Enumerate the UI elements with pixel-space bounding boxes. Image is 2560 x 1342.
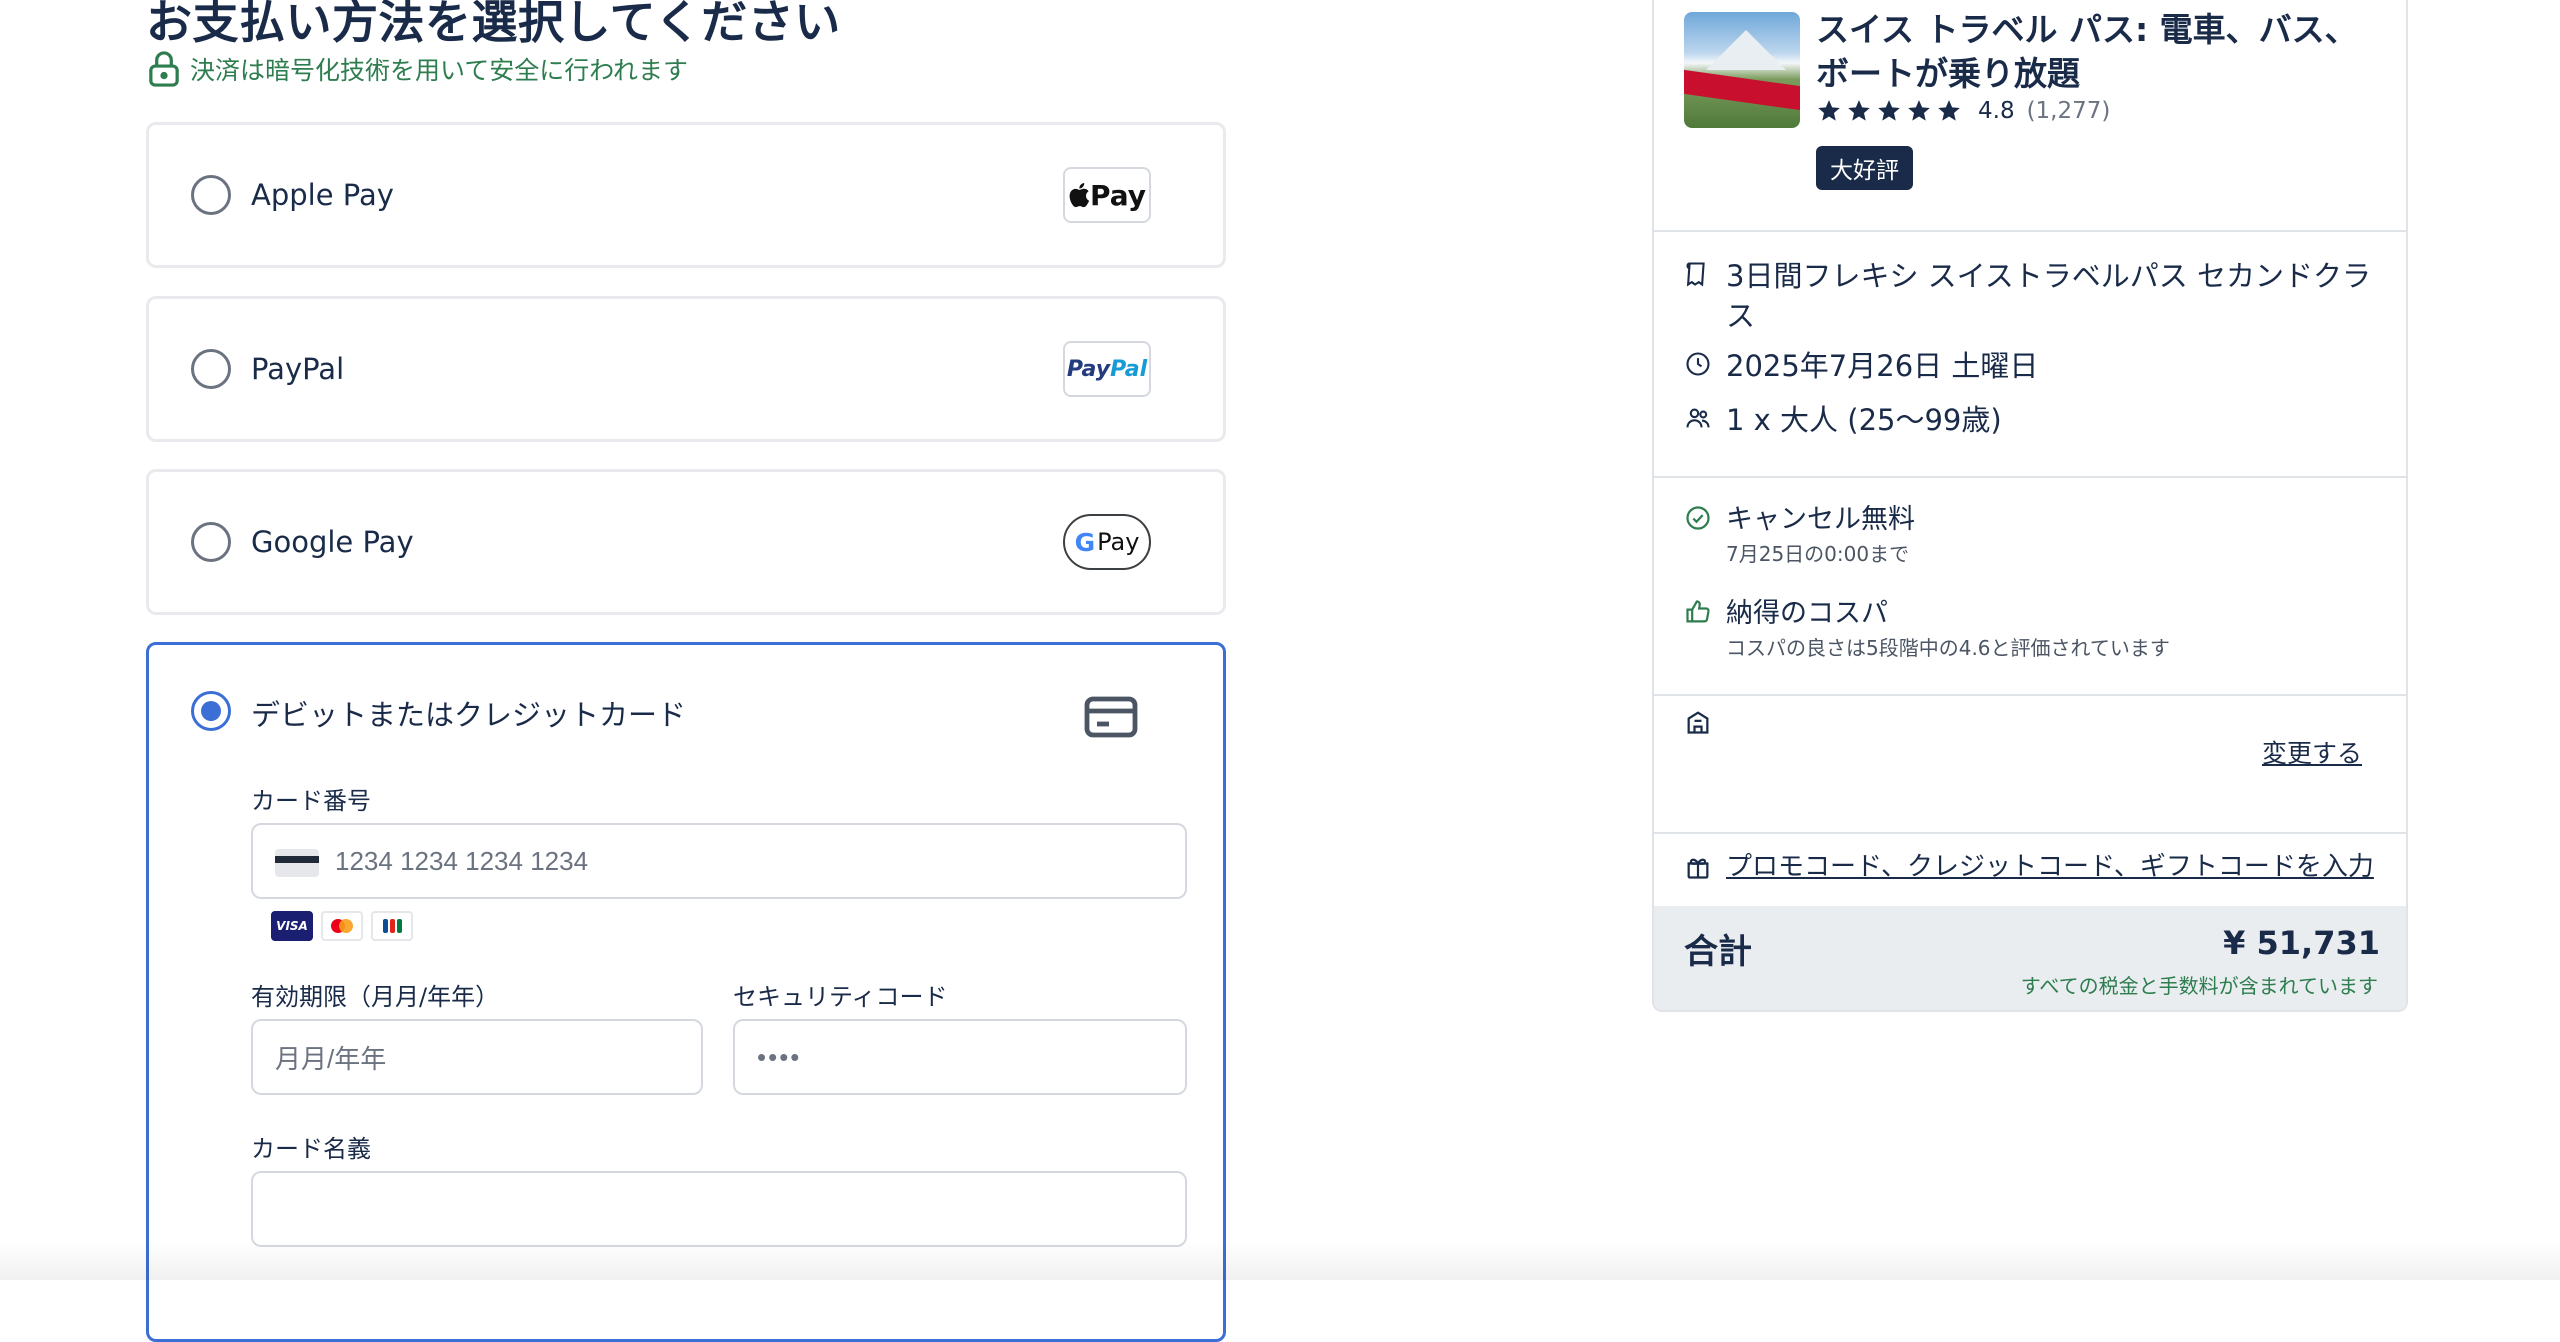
google-pay-badge-text: Pay bbox=[1097, 528, 1140, 556]
option-row: 3日間フレキシ スイストラベルパス セカンドクラス bbox=[1684, 256, 2384, 336]
value-row: 納得のコスパ コスパの良さは5段階中の4.6と評価されています bbox=[1684, 594, 2170, 662]
cancellation-sub: 7月25日の0:00まで bbox=[1726, 542, 1910, 566]
apple-logo-icon bbox=[1069, 183, 1090, 208]
secure-note-text: 決済は暗号化技術を用いて安全に行われます bbox=[190, 56, 689, 85]
paypal-badge-part2: Pal bbox=[1110, 356, 1148, 382]
rating-value: 4.8 bbox=[1978, 98, 2015, 124]
google-pay-radio[interactable] bbox=[191, 522, 231, 562]
paypal-badge-part1: Pay bbox=[1066, 356, 1111, 382]
jcb-icon bbox=[371, 911, 413, 941]
total-note: すべての税金と手数料が含まれています bbox=[2020, 974, 2378, 998]
expiry-placeholder: 月月/年年 bbox=[275, 1043, 387, 1074]
cvc-placeholder: •••• bbox=[757, 1041, 802, 1072]
payment-option-apple-pay[interactable]: Apple Pay Pay bbox=[146, 122, 1226, 268]
ticket-icon bbox=[1686, 262, 1705, 287]
cardholder-name-label: カード名義 bbox=[251, 1135, 371, 1163]
apple-pay-badge-text: Pay bbox=[1089, 178, 1147, 212]
divider bbox=[1654, 476, 2406, 478]
paypal-radio[interactable] bbox=[191, 349, 231, 389]
total-box: 合計 ¥ 51,731 すべての税金と手数料が含まれています bbox=[1654, 906, 2406, 1010]
card-number-label: カード番号 bbox=[251, 787, 371, 815]
cardholder-name-input[interactable] bbox=[251, 1171, 1187, 1247]
option-text: 3日間フレキシ スイストラベルパス セカンドクラス bbox=[1726, 259, 2372, 333]
card-radio[interactable] bbox=[191, 691, 231, 731]
order-summary: スイス トラベル パス: 電車、バス、ボートが乗り放題 4.8 (1,277) … bbox=[1652, 0, 2408, 1012]
cancellation-row: キャンセル無料 7月25日の0:00まで bbox=[1684, 500, 1915, 568]
clock-icon bbox=[1686, 352, 1710, 376]
payment-option-card[interactable]: デビットまたはクレジットカード カード番号 1234 1234 1234 123… bbox=[146, 642, 1226, 1342]
apple-pay-label: Apple Pay bbox=[251, 178, 394, 212]
building-icon bbox=[1687, 711, 1709, 734]
card-number-input[interactable]: 1234 1234 1234 1234 bbox=[251, 823, 1187, 899]
card-option-label: デビットまたはクレジットカード bbox=[251, 698, 687, 732]
thumbs-up-icon bbox=[1686, 600, 1710, 623]
promo-row[interactable]: プロモコード、クレジットコード、ギフトコードを入力 bbox=[1684, 846, 2374, 883]
product-title[interactable]: スイス トラベル パス: 電車、バス、ボートが乗り放題 bbox=[1816, 8, 2386, 96]
promo-link[interactable]: プロモコード、クレジットコード、ギフトコードを入力 bbox=[1726, 846, 2374, 883]
total-amount: ¥ 51,731 bbox=[2223, 924, 2380, 962]
participants-row: 1 x 大人 (25〜99歳) bbox=[1684, 400, 2002, 440]
page-bottom-shadow bbox=[0, 1240, 2560, 1280]
cvc-label: セキュリティコード bbox=[733, 983, 948, 1011]
lock-icon bbox=[149, 51, 179, 87]
expiry-input[interactable]: 月月/年年 bbox=[251, 1019, 703, 1095]
card-number-placeholder: 1234 1234 1234 1234 bbox=[335, 845, 589, 876]
people-icon bbox=[1686, 408, 1710, 428]
check-circle-icon bbox=[1686, 506, 1710, 530]
date-text: 2025年7月26日 土曜日 bbox=[1726, 349, 2039, 383]
google-g-icon: G bbox=[1074, 527, 1096, 557]
star-icon bbox=[1938, 100, 1960, 121]
credit-card-icon bbox=[1084, 696, 1138, 738]
mastercard-icon bbox=[321, 911, 363, 941]
cancellation-title: キャンセル無料 bbox=[1726, 504, 1915, 535]
star-icon bbox=[1848, 100, 1870, 121]
divider bbox=[1654, 694, 2406, 696]
rating: 4.8 (1,277) bbox=[1816, 98, 2110, 124]
paypal-badge: Pay Pal bbox=[1063, 341, 1151, 397]
card-number-card-icon bbox=[275, 849, 319, 877]
product-thumbnail bbox=[1684, 12, 1800, 128]
secure-note: 決済は暗号化技術を用いて安全に行われます bbox=[146, 50, 688, 88]
value-title: 納得のコスパ bbox=[1726, 598, 1888, 629]
payment-option-google-pay[interactable]: Google Pay G Pay bbox=[146, 469, 1226, 615]
star-icon bbox=[1878, 100, 1900, 121]
star-icon bbox=[1818, 100, 1840, 121]
date-row: 2025年7月26日 土曜日 bbox=[1684, 346, 2038, 386]
page-title: お支払い方法を選択してください bbox=[146, 0, 841, 49]
google-pay-label: Google Pay bbox=[251, 525, 414, 559]
cvc-input[interactable]: •••• bbox=[733, 1019, 1187, 1095]
gift-icon bbox=[1687, 858, 1709, 879]
card-brand-list: VISA bbox=[271, 911, 413, 941]
value-sub: コスパの良さは5段階中の4.6と評価されています bbox=[1726, 636, 2170, 660]
change-link[interactable]: 変更する bbox=[2262, 734, 2362, 770]
apple-pay-radio[interactable] bbox=[191, 175, 231, 215]
total-label: 合計 bbox=[1684, 932, 1752, 972]
google-pay-badge: G Pay bbox=[1063, 514, 1151, 570]
visa-text: VISA bbox=[276, 919, 308, 933]
review-count: (1,277) bbox=[2026, 98, 2111, 124]
participants-text: 1 x 大人 (25〜99歳) bbox=[1726, 403, 2002, 437]
star-icon bbox=[1908, 100, 1930, 121]
divider bbox=[1654, 832, 2406, 834]
paypal-label: PayPal bbox=[251, 352, 345, 386]
building-row bbox=[1684, 704, 1712, 736]
divider bbox=[1654, 230, 2406, 232]
payment-option-paypal[interactable]: PayPal Pay Pal bbox=[146, 296, 1226, 442]
expiry-label: 有効期限（月月/年年） bbox=[251, 983, 500, 1011]
visa-icon: VISA bbox=[271, 911, 313, 941]
popularity-badge: 大好評 bbox=[1816, 146, 1913, 190]
apple-pay-badge: Pay bbox=[1063, 167, 1151, 223]
